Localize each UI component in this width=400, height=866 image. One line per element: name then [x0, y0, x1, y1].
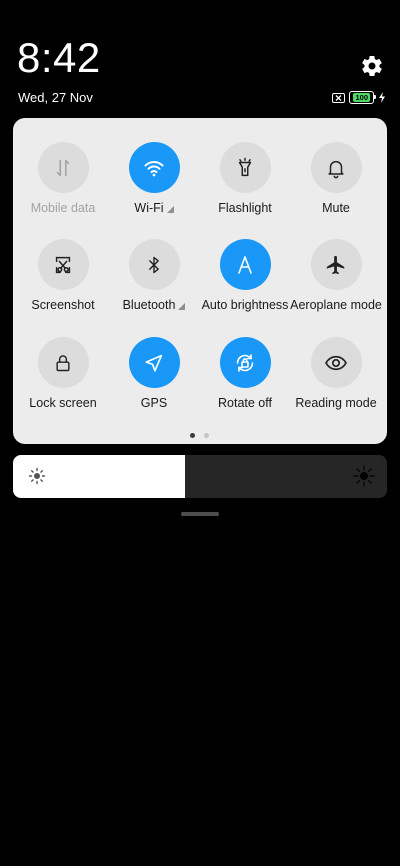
tile-label-text: Bluetooth [122, 298, 176, 312]
screenshot-label: Screenshot [18, 298, 108, 312]
date-label[interactable]: Wed, 27 Nov [18, 90, 93, 105]
mute-toggle-button[interactable] [310, 142, 362, 193]
screenshot-scissors-icon [52, 254, 74, 276]
battery-icon: 100 [349, 91, 376, 104]
auto-brightness-toggle-button[interactable] [219, 239, 271, 290]
mute-label: Mute [291, 201, 381, 215]
lock-screen-label: Lock screen [18, 396, 108, 410]
tile-label-text: Reading mode [295, 396, 377, 410]
brightness-high-icon [353, 465, 375, 487]
signal-triangle-icon [178, 302, 186, 310]
tile-lock-screen[interactable]: Lock screen [18, 337, 108, 410]
tile-label-text: Wi-Fi [134, 201, 164, 215]
aeroplane-mode-toggle-button[interactable] [310, 239, 362, 290]
battery-level: 100 [353, 93, 370, 102]
lock-icon [53, 353, 73, 373]
bell-icon [325, 157, 347, 179]
wi-fi-label: Wi-Fi [109, 201, 199, 215]
rotation-lock-icon [233, 351, 257, 375]
wifi-icon [142, 156, 166, 180]
tile-label-text: Mobile data [30, 201, 96, 215]
flashlight-icon [234, 157, 256, 179]
aeroplane-mode-label: Aeroplane mode [290, 298, 382, 312]
clock-time[interactable]: 8:42 [17, 32, 101, 84]
mobile-data-label: Mobile data [18, 201, 108, 215]
screenshot-toggle-button[interactable] [37, 239, 89, 290]
tile-wi-fi[interactable]: Wi-Fi [109, 142, 199, 215]
rotate-off-label: Rotate off [200, 396, 290, 410]
tile-rotate-off[interactable]: Rotate off [200, 337, 290, 410]
tile-label-text: Lock screen [29, 396, 97, 410]
tile-label-text: Auto brightness [201, 298, 289, 312]
tile-label-text: Mute [322, 201, 350, 215]
bluetooth-label: Bluetooth [109, 298, 199, 312]
tile-label-text: Aeroplane mode [290, 298, 382, 312]
auto-brightness-label: Auto brightness [200, 298, 290, 312]
quick-settings-panel: Mobile data Wi-Fi Flashlight Mute Screenshot… [13, 118, 387, 444]
page-indicator [190, 433, 209, 438]
tile-reading-mode[interactable]: Reading mode [291, 337, 381, 410]
page-dot-1[interactable] [190, 433, 195, 438]
mobile-data-toggle-button[interactable] [37, 142, 89, 193]
tile-label-text: Flashlight [218, 201, 272, 215]
settings-gear-icon[interactable] [360, 54, 384, 78]
tile-mute[interactable]: Mute [291, 142, 381, 215]
gps-label: GPS [109, 396, 199, 410]
tile-mobile-data[interactable]: Mobile data [18, 142, 108, 215]
reading-mode-label: Reading mode [291, 396, 381, 410]
reading-mode-toggle-button[interactable] [310, 337, 362, 388]
page-dot-2[interactable] [204, 433, 209, 438]
auto-brightness-icon [233, 253, 257, 277]
tile-bluetooth[interactable]: Bluetooth [109, 239, 199, 312]
gps-toggle-button[interactable] [128, 337, 180, 388]
mobile-data-icon [52, 157, 74, 179]
brightness-low-icon [28, 467, 46, 485]
no-sim-icon [332, 92, 346, 103]
location-arrow-icon [143, 352, 165, 374]
tile-label-text: Screenshot [31, 298, 95, 312]
charging-bolt-icon [379, 92, 385, 103]
lock-screen-toggle-button[interactable] [37, 337, 89, 388]
tile-label-text: Rotate off [218, 396, 272, 410]
bluetooth-toggle-button[interactable] [128, 239, 180, 290]
tile-gps[interactable]: GPS [109, 337, 199, 410]
wi-fi-toggle-button[interactable] [128, 142, 180, 193]
tile-aeroplane-mode[interactable]: Aeroplane mode [290, 239, 382, 312]
tile-auto-brightness[interactable]: Auto brightness [200, 239, 290, 312]
bluetooth-icon [144, 255, 164, 275]
airplane-icon [325, 254, 347, 276]
signal-triangle-icon [166, 205, 174, 213]
tile-flashlight[interactable]: Flashlight [200, 142, 290, 215]
brightness-slider[interactable] [13, 455, 387, 498]
flashlight-toggle-button[interactable] [219, 142, 271, 193]
tile-screenshot[interactable]: Screenshot [18, 239, 108, 312]
panel-drag-handle[interactable] [181, 512, 219, 516]
flashlight-label: Flashlight [200, 201, 290, 215]
rotate-off-toggle-button[interactable] [219, 337, 271, 388]
eye-icon [324, 351, 348, 375]
tile-label-text: GPS [140, 396, 168, 410]
status-icons: 100 [332, 91, 386, 104]
